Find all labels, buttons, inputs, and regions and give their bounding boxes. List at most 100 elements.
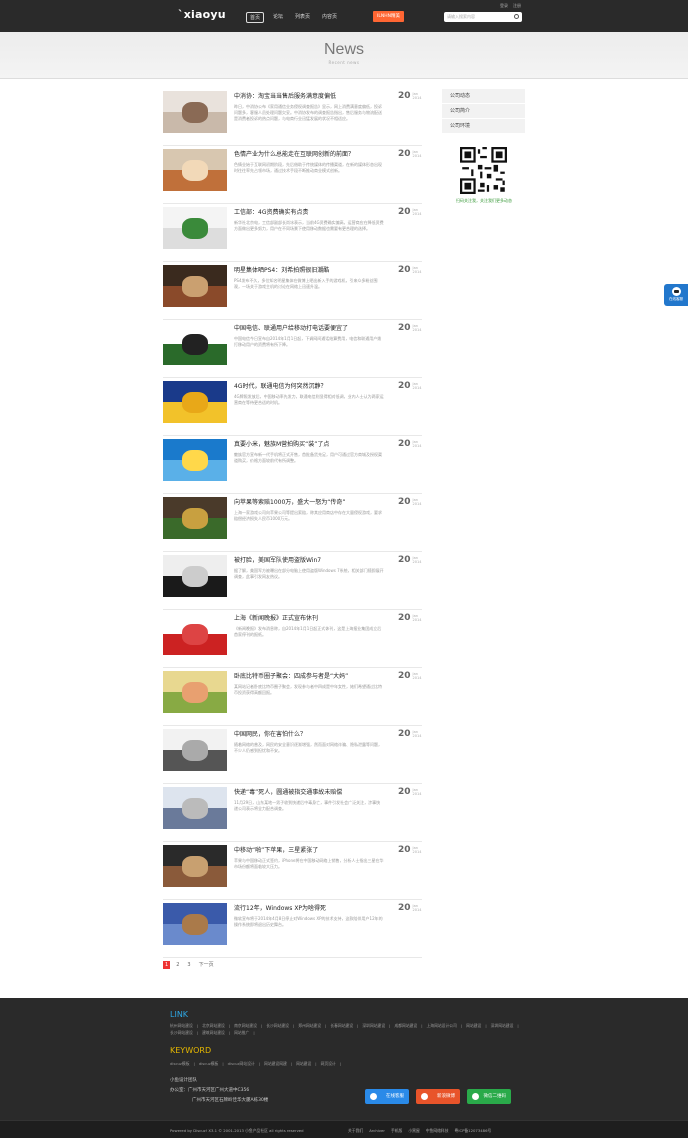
sidebar-item-news[interactable]: 公司动态 — [442, 89, 525, 104]
article-title[interactable]: 被打脸，美国军队使用盗版Win7 — [234, 555, 384, 564]
article-item[interactable]: 工信部：4G资费确实有点贵 新华社北京电，工信部副部长尚冰表示，当前4G资费确实偏… — [163, 204, 422, 262]
article-thumbnail[interactable] — [163, 555, 227, 597]
article-thumbnail[interactable] — [163, 323, 227, 365]
friend-link[interactable]: 郑州网站建设 — [298, 1023, 321, 1028]
article-item[interactable]: 4G时代，联通电信为何突然沉静？ 4G牌照发放后，中国移动率先发力，联通电信则显得… — [163, 378, 422, 436]
article-title[interactable]: 中国网民，你在害怕什么？ — [234, 729, 384, 738]
sidebar-item-environment[interactable]: 公司环境 — [442, 119, 525, 134]
keyword-link[interactable]: 网页设计 — [321, 1061, 336, 1066]
bottom-link[interactable]: 关于我们 — [348, 1128, 363, 1134]
article-item[interactable]: 向苹果等索赔1000万，盛大一怒为“传奇” 上海一家游戏公司向苹果公司等提出索赔，… — [163, 494, 422, 552]
article-title[interactable]: 中移动“啪”下苹果，三星紧张了 — [234, 845, 384, 854]
article-title[interactable]: 真要小米，魅族M营拍购买“装”了点 — [234, 439, 384, 448]
article-thumbnail[interactable] — [163, 149, 227, 191]
article-item[interactable]: 中国网民，你在害怕什么？ 随着网络的普及，网民的安全意识逐渐增强，然而面对网络诈骗… — [163, 726, 422, 784]
article-item[interactable]: 卧底比特币圈子聚会：四成参与者是“大妈” 某网站记者卧底比特币圈子聚会，发现参与者… — [163, 668, 422, 726]
date-day: 20 — [398, 497, 411, 507]
article-thumbnail[interactable] — [163, 671, 227, 713]
friend-link[interactable]: 深圳网站建设 — [362, 1023, 385, 1028]
page-3[interactable]: 3 — [185, 961, 192, 969]
keyword-link[interactable]: discuz模板 — [199, 1061, 219, 1066]
friend-link[interactable]: 长春网站建设 — [330, 1023, 353, 1028]
article-title[interactable]: 快递“毒”死人，圆通被指交通事故未赔偿 — [234, 787, 384, 796]
article-title[interactable]: 4G时代，联通电信为何突然沉静？ — [234, 381, 384, 390]
friend-link[interactable]: 北京网站建设 — [202, 1023, 225, 1028]
article-date: 20 Jan 2014 — [398, 787, 424, 797]
nav-item-content[interactable]: 内容页 — [319, 12, 340, 23]
article-title[interactable]: 卧底比特币圈子聚会：四成参与者是“大妈” — [234, 671, 384, 680]
online-service-button[interactable]: 在线客服 — [365, 1089, 409, 1104]
article-title[interactable]: 中国电信、联通用户给移动打电话要便宜了 — [234, 323, 384, 332]
article-item[interactable]: 流行12年，Windows XP为啥得死 微软宣布将于2014年4月8日停止对Wi… — [163, 900, 422, 958]
friend-link[interactable]: 网站建设 — [466, 1023, 481, 1028]
bottom-link[interactable]: 粤ICP备12073486号 — [455, 1128, 492, 1134]
search-input[interactable]: 请输入搜索内容 — [444, 12, 522, 22]
article-thumbnail[interactable] — [163, 91, 227, 133]
keyword-link[interactable]: discuz网站设计 — [228, 1061, 255, 1066]
article-item[interactable]: 明星集体晒PS4：刘希拍照很旧潮酷 PS4发布不久，多位知名明星集体在微博上晒出新… — [163, 262, 422, 320]
next-page[interactable]: 下一页 — [197, 960, 216, 969]
article-item[interactable]: 真要小米，魅族M营拍购买“装”了点 魅族官方宣布新一代手机将正式开售，首批备货充足… — [163, 436, 422, 494]
friend-link[interactable]: 深圳网站建设 — [491, 1023, 514, 1028]
article-title[interactable]: 明星集体晒PS4：刘希拍照很旧潮酷 — [234, 265, 384, 274]
article-thumbnail[interactable] — [163, 845, 227, 887]
nav-item-forum[interactable]: 论坛 — [270, 12, 286, 23]
article-title[interactable]: 工信部：4G资费确实有点贵 — [234, 207, 384, 216]
article-thumbnail[interactable] — [163, 613, 227, 655]
weibo-button[interactable]: 新浪微博 — [416, 1089, 460, 1104]
page-1[interactable]: 1 — [163, 960, 171, 969]
article-title[interactable]: 流行12年，Windows XP为啥得死 — [234, 903, 384, 912]
article-thumbnail[interactable] — [163, 381, 227, 423]
article-item[interactable]: 快递“毒”死人，圆通被指交通事故未赔偿 11月29日，山东某地一男子收到快递后中毒… — [163, 784, 422, 842]
search-icon[interactable] — [514, 14, 519, 19]
bottom-link[interactable]: 中鱼网络科技 — [426, 1128, 449, 1134]
sidebar-item-about[interactable]: 公司简介 — [442, 104, 525, 119]
keyword-link[interactable]: discuz模板 — [170, 1061, 190, 1066]
article-item[interactable]: 色情产业为什么总能走在互联网创新的前面？ 色情业始于互联网初期阶段，先后借助于传统… — [163, 146, 422, 204]
article-item[interactable]: 被打脸，美国军队使用盗版Win7 据了解，美国军方被曝出在部分电脑上使用盗版Win… — [163, 552, 422, 610]
bottom-link[interactable]: 手机版 — [391, 1128, 402, 1134]
article-item[interactable]: 上海《新闻晚报》正式宣布休刊 《新闻晚报》发布消息称，自2014年1月1日起正式休… — [163, 610, 422, 668]
register-link[interactable]: 注册 — [513, 3, 521, 9]
nav-item-list[interactable]: 列表页 — [292, 12, 313, 23]
bottom-link[interactable]: 小黑屋 — [408, 1128, 419, 1134]
article-thumbnail[interactable] — [163, 729, 227, 771]
weibo-icon — [421, 1093, 428, 1100]
article-thumbnail[interactable] — [163, 439, 227, 481]
online-service-label: 在线客服 — [386, 1094, 404, 1099]
page-2[interactable]: 2 — [174, 961, 181, 969]
article-thumbnail[interactable] — [163, 497, 227, 539]
friend-link[interactable]: 成都网站建设 — [394, 1023, 417, 1028]
article-item[interactable]: 中消协：淘宝当当售后服务满意度偏低 昨日，中消协公布《家用通信业务侵权调查报告》显… — [163, 88, 422, 146]
page-title: News — [323, 41, 364, 58]
article-item[interactable]: 中国电信、联通用户给移动打电话要便宜了 中国电信今日宣布自2014年1月1日起，下… — [163, 320, 422, 378]
date-month-year: Jan 2014 — [413, 324, 422, 332]
article-thumbnail[interactable] — [163, 903, 227, 945]
article-thumbnail[interactable] — [163, 207, 227, 249]
article-excerpt: 11月29日，山东某地一男子收到快递后中毒身亡，事件引发社会广泛关注，涉事快递公… — [234, 800, 381, 811]
friend-link[interactable]: 南京网站建设 — [234, 1023, 257, 1028]
friend-link[interactable]: 网站推广 — [234, 1030, 249, 1035]
cta-button[interactable]: ILNHN精美 — [373, 11, 404, 22]
wechat-qr-button[interactable]: 微信二维码 — [467, 1089, 511, 1104]
login-link[interactable]: 登录 — [500, 3, 508, 9]
article-thumbnail[interactable] — [163, 787, 227, 829]
nav-item-home[interactable]: 首页 — [246, 12, 265, 23]
article-thumbnail[interactable] — [163, 265, 227, 307]
article-title[interactable]: 上海《新闻晚报》正式宣布休刊 — [234, 613, 384, 622]
keyword-link[interactable]: 网站建设网建 — [264, 1061, 287, 1066]
keyword-link[interactable]: 网站建设 — [296, 1061, 311, 1066]
friend-link[interactable]: 长沙网站建设 — [170, 1030, 193, 1035]
bottom-link[interactable]: Archiver — [369, 1128, 385, 1134]
logo[interactable]: `xiaoyu — [178, 8, 226, 21]
article-title[interactable]: 色情产业为什么总能走在互联网创新的前面？ — [234, 149, 384, 158]
friend-link[interactable]: 杭州网站建设 — [170, 1023, 193, 1028]
online-service-float-button[interactable]: 在线客服 — [664, 284, 688, 306]
friend-link[interactable]: 上海网站设计公司 — [427, 1023, 457, 1028]
article-title[interactable]: 向苹果等索赔1000万，盛大一怒为“传奇” — [234, 497, 384, 506]
article-item[interactable]: 中移动“啪”下苹果，三星紧张了 苹果与中国移动正式签约，iPhone将在中国移动网… — [163, 842, 422, 900]
article-excerpt: 魅族官方宣布新一代手机将正式开售，首批备货充足，用户可通过官方商城及授权渠道购买… — [234, 452, 382, 463]
friend-link[interactable]: 建筑网站建设 — [202, 1030, 225, 1035]
article-title[interactable]: 中消协：淘宝当当售后服务满意度偏低 — [234, 91, 384, 100]
friend-link[interactable]: 长沙网站建设 — [266, 1023, 289, 1028]
